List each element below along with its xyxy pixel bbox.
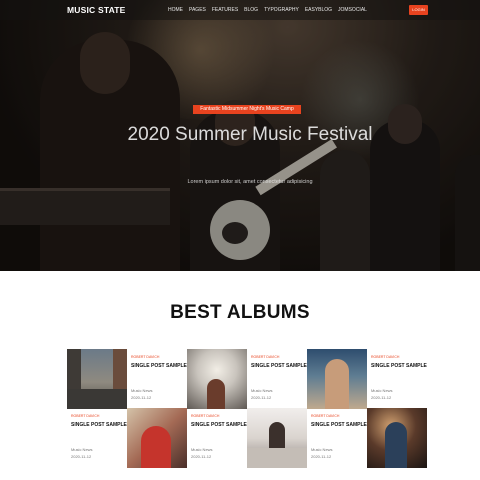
post-date: 2020-11-12 (311, 454, 332, 459)
login-button[interactable]: LOGIN (409, 5, 428, 15)
post-author[interactable]: ROBERT DAVICH (71, 414, 99, 418)
post-date: 2020-11-12 (131, 395, 152, 400)
post-author[interactable]: ROBERT DAVICH (131, 355, 159, 359)
album-thumbnail[interactable] (367, 408, 427, 468)
post-title[interactable]: SINGLE POST SAMPLE (191, 422, 247, 428)
post-category[interactable]: Music News (71, 447, 93, 452)
post-author[interactable]: ROBERT DAVICH (311, 414, 339, 418)
site-logo[interactable]: MUSIC STATE (67, 5, 126, 15)
album-thumbnail[interactable] (307, 349, 367, 409)
album-thumbnail[interactable] (67, 349, 127, 409)
post-category[interactable]: Music News (371, 388, 393, 393)
post-date: 2020-11-12 (251, 395, 272, 400)
album-card[interactable]: ROBERT DAVICH SINGLE POST SAMPLE Music N… (307, 408, 427, 468)
post-title[interactable]: SINGLE POST SAMPLE (371, 363, 427, 369)
menu-item-pages[interactable]: PAGES (189, 7, 206, 13)
post-title[interactable]: SINGLE POST SAMPLE (251, 363, 307, 369)
section-title: BEST ALBUMS (170, 302, 310, 323)
post-author[interactable]: ROBERT DAVICH (191, 414, 219, 418)
post-category[interactable]: Music News (131, 388, 153, 393)
hero-banner: Fantastic Midsummer Night's Music Camp 2… (0, 0, 480, 271)
main-menu: HOME PAGES FEATURES BLOG TYPOGRAPHY EASY… (168, 7, 367, 13)
post-category[interactable]: Music News (251, 388, 273, 393)
album-card[interactable]: ROBERT DAVICH SINGLE POST SAMPLE Music N… (67, 349, 187, 409)
album-thumbnail[interactable] (187, 349, 247, 409)
post-author[interactable]: ROBERT DAVICH (371, 355, 399, 359)
album-thumbnail[interactable] (127, 408, 187, 468)
post-date: 2020-11-12 (371, 395, 392, 400)
album-card[interactable]: ROBERT DAVICH SINGLE POST SAMPLE Music N… (187, 408, 307, 468)
menu-item-home[interactable]: HOME (168, 7, 183, 13)
album-card[interactable]: ROBERT DAVICH SINGLE POST SAMPLE Music N… (307, 349, 427, 409)
hero-subtitle: Lorem ipsum dolor sit, amet consectetur … (187, 179, 313, 185)
hero-tag: Fantastic Midsummer Night's Music Camp (193, 105, 301, 114)
menu-item-blog[interactable]: BLOG (244, 7, 258, 13)
album-thumbnail[interactable] (247, 408, 307, 468)
post-date: 2020-11-12 (191, 454, 212, 459)
post-category[interactable]: Music News (191, 447, 213, 452)
album-card[interactable]: ROBERT DAVICH SINGLE POST SAMPLE Music N… (67, 408, 187, 468)
post-date: 2020-11-12 (71, 454, 92, 459)
post-title[interactable]: SINGLE POST SAMPLE (131, 363, 187, 369)
album-card[interactable]: ROBERT DAVICH SINGLE POST SAMPLE Music N… (187, 349, 307, 409)
menu-item-features[interactable]: FEATURES (212, 7, 238, 13)
post-title[interactable]: SINGLE POST SAMPLE (311, 422, 367, 428)
post-title[interactable]: SINGLE POST SAMPLE (71, 422, 127, 428)
top-nav: MUSIC STATE HOME PAGES FEATURES BLOG TYP… (0, 0, 480, 20)
post-category[interactable]: Music News (311, 447, 333, 452)
hero-title: 2020 Summer Music Festival (127, 124, 373, 145)
menu-item-easyblog[interactable]: EASYBLOG (305, 7, 332, 13)
post-author[interactable]: ROBERT DAVICH (251, 355, 279, 359)
menu-item-jomsocial[interactable]: JOMSOCIAL (338, 7, 367, 13)
menu-item-typography[interactable]: TYPOGRAPHY (264, 7, 299, 13)
